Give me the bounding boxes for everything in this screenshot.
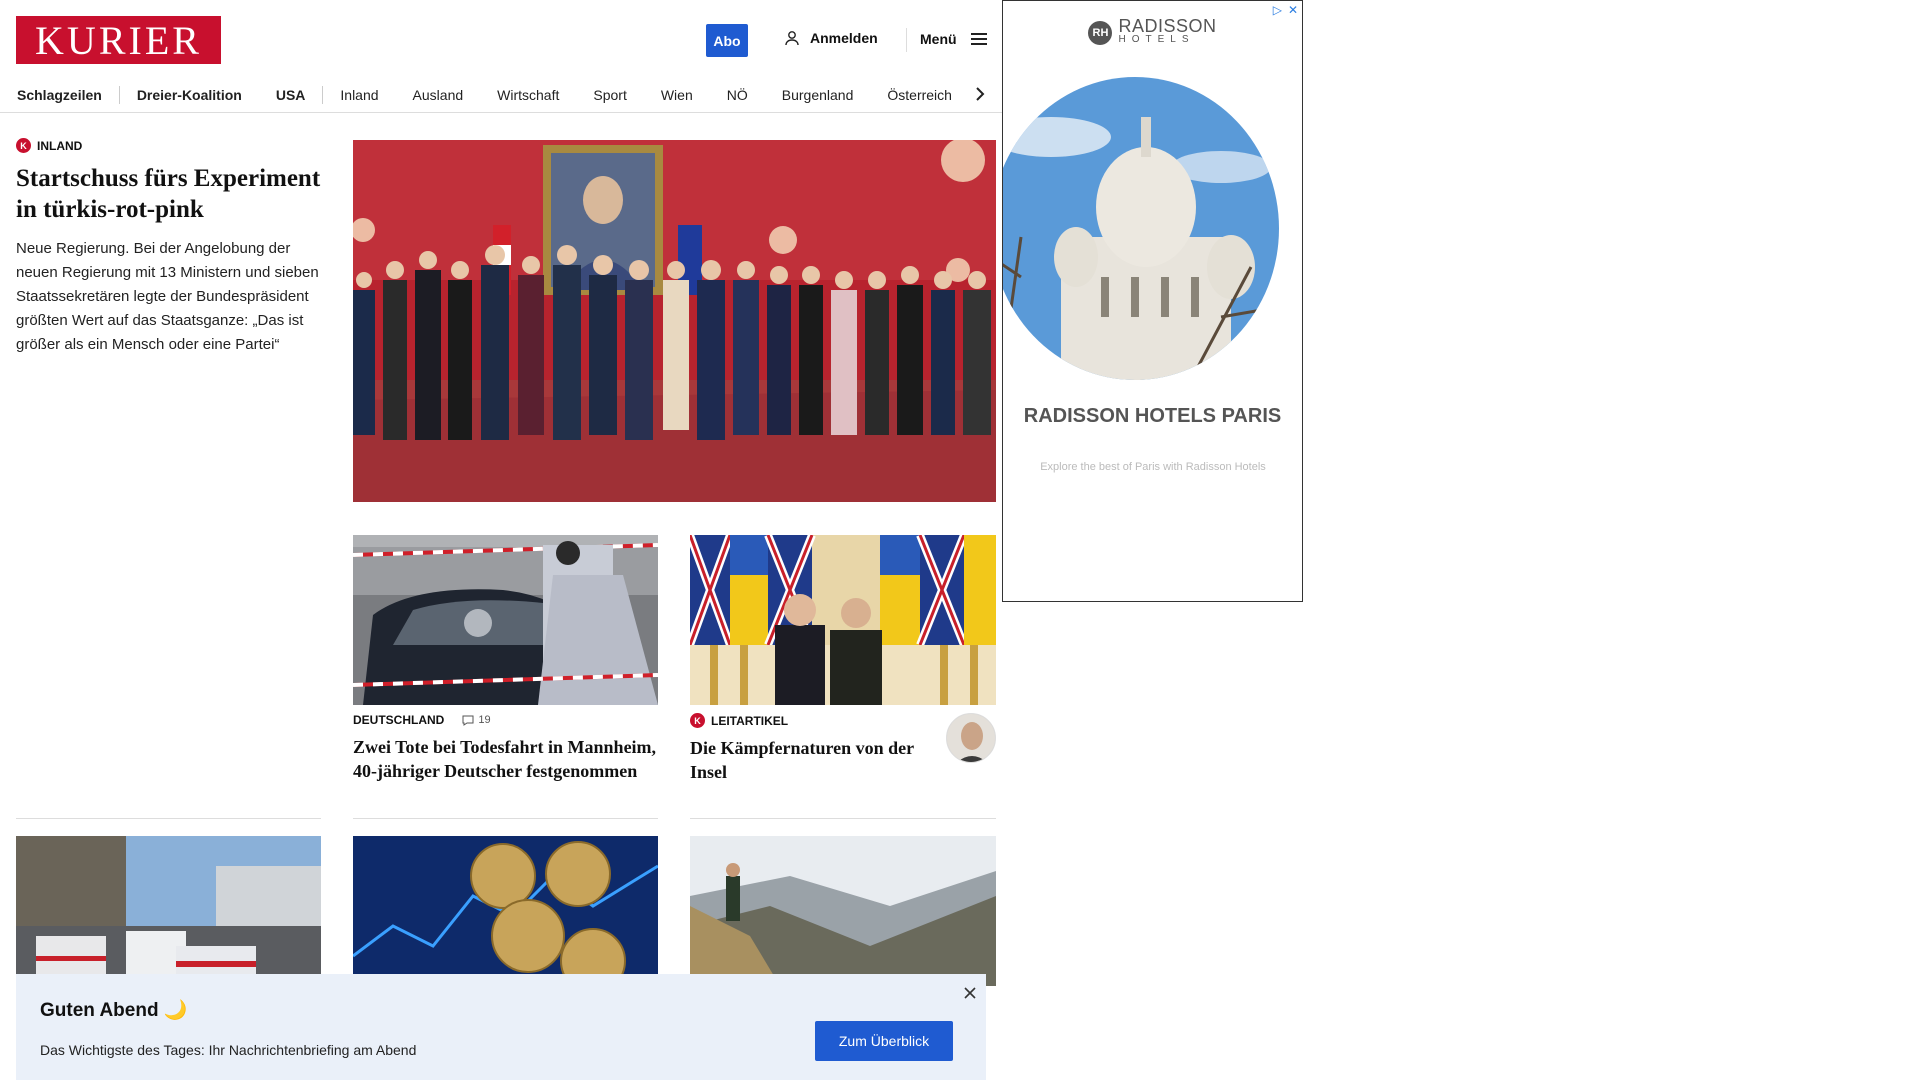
card-image-police[interactable] bbox=[16, 836, 321, 986]
ad-brand-logo: RH RADISSON HOTELS bbox=[1003, 16, 1302, 47]
card-leitartikel-kicker: K LEITARTIKEL bbox=[690, 713, 930, 728]
banner-close-button[interactable] bbox=[959, 982, 981, 1004]
comment-count-value: 19 bbox=[478, 714, 491, 726]
lead-image[interactable] bbox=[353, 140, 996, 502]
login-button[interactable]: Anmelden bbox=[784, 30, 878, 46]
kurier-logo[interactable]: KURIER bbox=[16, 16, 221, 64]
hamburger-icon bbox=[970, 30, 987, 48]
card-image-leitartikel[interactable] bbox=[690, 535, 996, 705]
nav-item-usa[interactable]: USA bbox=[259, 87, 323, 103]
user-icon bbox=[785, 31, 799, 46]
ad-brand-sub: HOTELS bbox=[1118, 34, 1195, 45]
ad-subtitle: Explore the best of Paris with Radisson … bbox=[1040, 461, 1266, 473]
lead-kicker: K INLAND bbox=[16, 138, 321, 153]
banner-text: Das Wichtigste des Tages: Ihr Nachrichte… bbox=[40, 1042, 417, 1058]
nav-scroll-right-button[interactable] bbox=[966, 80, 994, 108]
close-icon bbox=[964, 987, 976, 999]
comment-count[interactable]: 19 bbox=[462, 714, 491, 726]
card-leitartikel-headline[interactable]: Die Kämpfernaturen von der Insel bbox=[690, 736, 930, 784]
card-mannheim-headline[interactable]: Zwei Tote bei Todesfahrt in Mannheim, 40… bbox=[353, 735, 658, 783]
nav-item-oesterreich[interactable]: Österreich bbox=[870, 87, 969, 103]
section-divider bbox=[16, 818, 321, 819]
page: KURIER Abo Anmelden Menü Schlagzeilen Dr… bbox=[0, 0, 1920, 1080]
nav-item-inland[interactable]: Inland bbox=[323, 87, 395, 103]
section-divider bbox=[690, 818, 996, 819]
overview-button[interactable]: Zum Überblick bbox=[815, 1021, 953, 1061]
comment-icon bbox=[462, 715, 474, 726]
login-label: Anmelden bbox=[810, 30, 878, 46]
card-leitartikel[interactable]: K LEITARTIKEL Die Kämpfernaturen von der… bbox=[690, 713, 930, 784]
lead-kicker-label: INLAND bbox=[37, 138, 83, 153]
kurier-k-icon: K bbox=[16, 138, 31, 153]
author-avatar[interactable] bbox=[946, 713, 996, 763]
card-mannheim[interactable]: DEUTSCHLAND 19 Zwei Tote bei Todesfahrt … bbox=[353, 713, 658, 783]
header-divider bbox=[906, 28, 907, 52]
nav-item-schlagzeilen[interactable]: Schlagzeilen bbox=[16, 87, 119, 103]
ad-close-icon[interactable]: ✕ bbox=[1288, 3, 1298, 17]
ad-choices-icon[interactable]: ▷ bbox=[1273, 3, 1282, 17]
menu-button[interactable]: Menü bbox=[920, 30, 987, 48]
card-image-hiker[interactable] bbox=[690, 836, 996, 986]
evening-briefing-banner: Guten Abend 🌙 Das Wichtigste des Tages: … bbox=[16, 974, 986, 1080]
nav-item-burgenland[interactable]: Burgenland bbox=[765, 87, 871, 103]
card-mannheim-kicker: DEUTSCHLAND 19 bbox=[353, 713, 658, 727]
section-divider bbox=[353, 818, 658, 819]
lead-teaser: Neue Regierung. Bei der Angelobung der n… bbox=[16, 240, 319, 353]
nav-divider bbox=[0, 112, 1002, 113]
section-nav: Schlagzeilen Dreier-Koalition USA Inland… bbox=[16, 78, 986, 112]
card-image-mannheim[interactable] bbox=[353, 535, 658, 705]
radisson-mark-icon: RH bbox=[1088, 21, 1113, 45]
nav-item-sport[interactable]: Sport bbox=[576, 87, 643, 103]
lead-article[interactable]: K INLAND Startschuss fürs Experiment in … bbox=[16, 138, 321, 357]
banner-title: Guten Abend 🌙 bbox=[40, 1000, 188, 1021]
ad-image-sacre-coeur bbox=[1003, 77, 1279, 380]
ad-controls[interactable]: ▷ ✕ bbox=[1273, 3, 1298, 17]
card-leitartikel-kicker-label: LEITARTIKEL bbox=[711, 713, 789, 728]
chevron-right-icon bbox=[976, 87, 985, 101]
nav-item-dreier-koalition[interactable]: Dreier-Koalition bbox=[120, 87, 259, 103]
nav-item-ausland[interactable]: Ausland bbox=[396, 87, 481, 103]
ad-title: RADISSON HOTELS PARIS bbox=[1023, 405, 1282, 427]
nav-item-wien[interactable]: Wien bbox=[644, 87, 710, 103]
lead-headline[interactable]: Startschuss fürs Experiment in türkis-ro… bbox=[16, 163, 321, 225]
card-image-crypto[interactable] bbox=[353, 836, 658, 986]
abo-button[interactable]: Abo bbox=[706, 24, 748, 57]
advertisement[interactable]: ▷ ✕ RH RADISSON HOTELS RADISSON HOTELS P… bbox=[1002, 0, 1303, 602]
menu-label: Menü bbox=[920, 31, 957, 47]
nav-item-wirtschaft[interactable]: Wirtschaft bbox=[480, 87, 576, 103]
kurier-k-icon: K bbox=[690, 713, 705, 728]
nav-item-noe[interactable]: NÖ bbox=[710, 87, 765, 103]
card-mannheim-kicker-label: DEUTSCHLAND bbox=[353, 713, 445, 727]
ad-brand-name: RADISSON bbox=[1118, 16, 1217, 36]
logo-text: KURIER bbox=[35, 17, 202, 63]
